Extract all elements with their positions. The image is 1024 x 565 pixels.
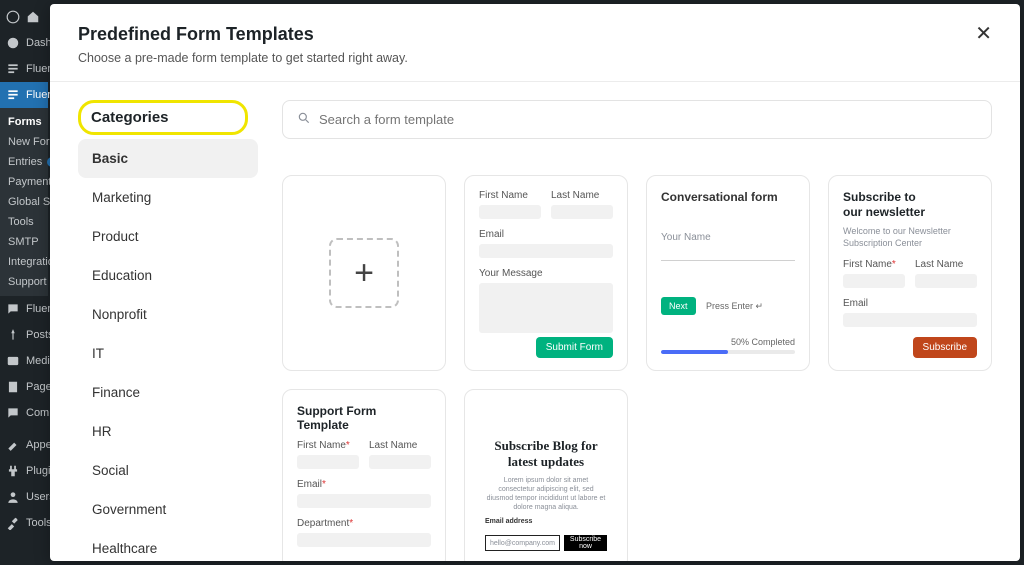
templates-grid-row2: Support Form Template First Name* Last N… bbox=[282, 389, 992, 561]
dashboard-icon bbox=[6, 36, 20, 50]
blog-email-input: hello@company.com bbox=[485, 535, 560, 551]
home-icon bbox=[26, 10, 40, 24]
submit-form-button: Submit Form bbox=[536, 337, 613, 358]
category-nonprofit[interactable]: Nonprofit bbox=[78, 295, 258, 334]
category-finance[interactable]: Finance bbox=[78, 373, 258, 412]
wp-logo-item[interactable] bbox=[0, 4, 48, 30]
sidebar-item-tools[interactable]: Tools bbox=[0, 510, 48, 536]
submenu-global-settings[interactable]: Global Se bbox=[8, 192, 48, 212]
label-nl-email: Email bbox=[843, 298, 977, 309]
category-education[interactable]: Education bbox=[78, 256, 258, 295]
wp-admin-sidebar: Dashb Fluen Fluen Forms New Form Entries… bbox=[0, 0, 48, 565]
templates-grid: + First Name Last Name Email Your Messag… bbox=[282, 175, 992, 371]
blog-lorem: Lorem ipsum dolor sit amet consectetur a… bbox=[479, 476, 613, 512]
submenu-payments[interactable]: Payments bbox=[8, 172, 48, 192]
progress-bar bbox=[661, 350, 795, 354]
templates-modal: Predefined Form Templates Choose a pre-m… bbox=[50, 4, 1020, 561]
sidebar-item-pages[interactable]: Pages bbox=[0, 374, 48, 400]
conversational-title: Conversational form bbox=[661, 190, 795, 204]
category-government[interactable]: Government bbox=[78, 490, 258, 529]
template-support-form[interactable]: Support Form Template First Name* Last N… bbox=[282, 389, 446, 561]
template-blank[interactable]: + bbox=[282, 175, 446, 371]
sidebar-item-users[interactable]: Users bbox=[0, 484, 48, 510]
blank-form-icon: + bbox=[329, 238, 399, 308]
search-icon bbox=[297, 111, 311, 128]
press-enter-hint: Press Enter ↵ bbox=[706, 301, 763, 311]
submenu-entries[interactable]: Entries 1 bbox=[8, 152, 48, 172]
categories-panel: Categories Basic Marketing Product Educa… bbox=[78, 100, 258, 561]
label-sf-email: Email* bbox=[297, 479, 431, 490]
categories-header: Categories bbox=[78, 100, 248, 135]
label-sf-first-name: First Name* bbox=[297, 440, 359, 451]
label-last-name: Last Name bbox=[551, 190, 613, 201]
submenu-integrations[interactable]: Integratio bbox=[8, 252, 48, 272]
comment-icon bbox=[6, 406, 20, 420]
category-basic[interactable]: Basic bbox=[78, 139, 258, 178]
submenu-smtp[interactable]: SMTP bbox=[8, 232, 48, 252]
label-blog-email: Email address bbox=[479, 518, 613, 525]
category-healthcare[interactable]: Healthcare bbox=[78, 529, 258, 561]
label-nl-last-name: Last Name bbox=[915, 259, 977, 270]
sidebar-item-comments[interactable]: Comm bbox=[0, 400, 48, 426]
user-icon bbox=[6, 490, 20, 504]
sidebar-item-media[interactable]: Media bbox=[0, 348, 48, 374]
submenu-tools[interactable]: Tools bbox=[8, 212, 48, 232]
pin-icon bbox=[6, 328, 20, 342]
label-email: Email bbox=[479, 229, 613, 240]
submenu-support[interactable]: Support bbox=[8, 272, 48, 292]
sidebar-item-posts[interactable]: Posts bbox=[0, 322, 48, 348]
newsletter-subtitle: Welcome to our Newsletter Subscription C… bbox=[843, 226, 977, 249]
blog-subscribe-button: Subscribe now bbox=[564, 535, 607, 551]
next-button: Next bbox=[661, 297, 696, 315]
close-icon[interactable]: ✕ bbox=[975, 24, 992, 44]
sidebar-submenu: Forms New Form Entries 1 Payments Global… bbox=[0, 108, 48, 296]
progress-text: 50% Completed bbox=[661, 337, 795, 347]
newsletter-title: Subscribe toour newsletter bbox=[843, 190, 977, 220]
plus-icon: + bbox=[354, 256, 374, 290]
search-input[interactable] bbox=[319, 112, 977, 127]
label-sf-last-name: Last Name bbox=[369, 440, 431, 451]
sidebar-item-appearance[interactable]: Appe bbox=[0, 432, 48, 458]
category-hr[interactable]: HR bbox=[78, 412, 258, 451]
category-social[interactable]: Social bbox=[78, 451, 258, 490]
category-marketing[interactable]: Marketing bbox=[78, 178, 258, 217]
category-it[interactable]: IT bbox=[78, 334, 258, 373]
label-first-name: First Name bbox=[479, 190, 541, 201]
brush-icon bbox=[6, 438, 20, 452]
sidebar-item-plugins[interactable]: Plugi bbox=[0, 458, 48, 484]
sidebar-item-fluent-2[interactable]: Fluen bbox=[0, 296, 48, 322]
label-sf-department: Department* bbox=[297, 518, 431, 529]
template-newsletter[interactable]: Subscribe toour newsletter Welcome to ou… bbox=[828, 175, 992, 371]
media-icon bbox=[6, 354, 20, 368]
sidebar-item-dashboard[interactable]: Dashb bbox=[0, 30, 48, 56]
chat-icon bbox=[6, 302, 20, 316]
modal-subtitle: Choose a pre-made form template to get s… bbox=[78, 51, 408, 65]
modal-title: Predefined Form Templates bbox=[78, 24, 408, 45]
label-message: Your Message bbox=[479, 268, 613, 279]
form-icon bbox=[6, 62, 20, 76]
page-icon bbox=[6, 380, 20, 394]
submenu-new-form[interactable]: New Form bbox=[8, 132, 48, 152]
submenu-forms[interactable]: Forms bbox=[8, 112, 48, 132]
label-nl-first-name: First Name* bbox=[843, 259, 905, 270]
wordpress-icon bbox=[6, 10, 20, 24]
template-blog-subscribe[interactable]: Subscribe Blog for latest updates Lorem … bbox=[464, 389, 628, 561]
blog-title: Subscribe Blog for latest updates bbox=[479, 438, 613, 470]
sidebar-item-fluent-active[interactable]: Fluen bbox=[0, 82, 48, 108]
form-icon bbox=[6, 88, 20, 102]
subscribe-button: Subscribe bbox=[913, 337, 977, 358]
wrench-icon bbox=[6, 516, 20, 530]
label-your-name: Your Name bbox=[661, 232, 795, 243]
template-contact-form[interactable]: First Name Last Name Email Your Message … bbox=[464, 175, 628, 371]
template-conversational[interactable]: Conversational form Your Name Next Press… bbox=[646, 175, 810, 371]
categories-list: Basic Marketing Product Education Nonpro… bbox=[78, 139, 258, 561]
sidebar-item-fluent-1[interactable]: Fluen bbox=[0, 56, 48, 82]
category-product[interactable]: Product bbox=[78, 217, 258, 256]
search-box[interactable] bbox=[282, 100, 992, 139]
plug-icon bbox=[6, 464, 20, 478]
support-title: Support Form Template bbox=[297, 404, 431, 432]
